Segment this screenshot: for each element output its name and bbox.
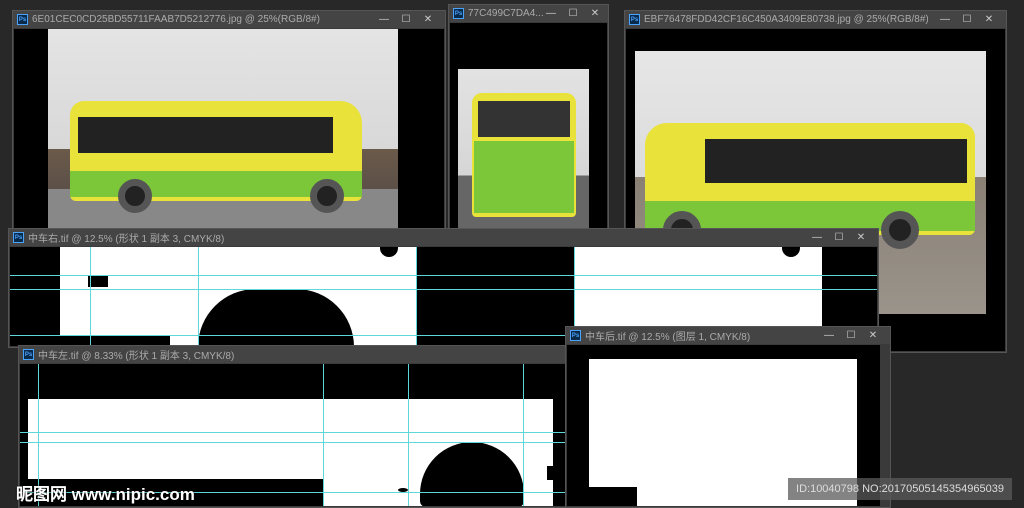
window-title: 中车右.tif @ 12.5% (形状 1 副本 3, CMYK/8) xyxy=(28,234,225,245)
photoshop-icon: Ps xyxy=(23,349,34,360)
close-button[interactable]: ✕ xyxy=(978,14,1000,25)
guide-line xyxy=(416,247,417,346)
bus-stripe xyxy=(474,141,574,213)
close-button[interactable]: ✕ xyxy=(862,330,884,341)
document-window-bus-side-1[interactable]: Ps 6E01CEC0CD25BD55711FAAB7D5212776.jpg @… xyxy=(12,10,446,236)
minimize-button[interactable]: — xyxy=(818,330,840,341)
photoshop-icon: Ps xyxy=(13,232,24,243)
guide-line xyxy=(90,247,91,346)
maximize-button[interactable]: ☐ xyxy=(828,232,850,243)
photo-bus-side xyxy=(48,29,398,229)
canvas[interactable] xyxy=(14,29,444,234)
minimize-button[interactable]: — xyxy=(806,232,828,243)
photoshop-icon: Ps xyxy=(570,330,581,341)
canvas[interactable] xyxy=(450,23,607,230)
guide-line xyxy=(20,432,566,433)
minimize-button[interactable]: — xyxy=(540,8,562,19)
minimize-button[interactable]: — xyxy=(373,14,395,25)
photoshop-icon: Ps xyxy=(629,14,640,25)
guide-line xyxy=(323,364,324,506)
document-window-bus-rear[interactable]: Ps 77C499C7DA4... — ☐ ✕ xyxy=(448,4,609,232)
guide-line xyxy=(198,247,199,346)
photoshop-icon: Ps xyxy=(17,14,28,25)
guide-line xyxy=(408,364,409,506)
guide-line xyxy=(523,364,524,506)
black-shape xyxy=(589,487,637,506)
maximize-button[interactable]: ☐ xyxy=(956,14,978,25)
close-button[interactable]: ✕ xyxy=(584,8,606,19)
window-title: 中车后.tif @ 12.5% (图层 1, CMYK/8) xyxy=(585,332,751,343)
window-title: 中车左.tif @ 8.33% (形状 1 副本 3, CMYK/8) xyxy=(38,351,235,362)
close-button[interactable]: ✕ xyxy=(850,232,872,243)
window-title: 6E01CEC0CD25BD55711FAAB7D5212776.jpg @ 2… xyxy=(32,14,320,25)
photo-bus-rear xyxy=(458,69,589,230)
black-shape xyxy=(547,466,566,480)
bus-wheel xyxy=(881,211,919,249)
photoshop-icon: Ps xyxy=(453,8,464,19)
maximize-button[interactable]: ☐ xyxy=(395,14,417,25)
guide-line xyxy=(20,442,566,443)
bus-windows xyxy=(78,117,333,153)
bus-wheel xyxy=(118,179,152,213)
maximize-button[interactable]: ☐ xyxy=(562,8,584,19)
title-bar[interactable]: Ps 中车左.tif @ 8.33% (形状 1 副本 3, CMYK/8) xyxy=(19,346,567,363)
watermark-logo: 昵图网 www.nipic.com xyxy=(16,485,195,504)
window-title: 77C499C7DA4... xyxy=(468,8,544,19)
bus-windows xyxy=(705,139,967,183)
watermark-id: ID:10040798 NO:20170505145354965039 xyxy=(788,478,1012,500)
bus-wheel xyxy=(310,179,344,213)
bus-rear-window xyxy=(478,101,570,137)
guide-line xyxy=(10,275,877,276)
maximize-button[interactable]: ☐ xyxy=(840,330,862,341)
close-button[interactable]: ✕ xyxy=(417,14,439,25)
black-shape xyxy=(88,275,108,287)
guide-line xyxy=(10,289,877,290)
minimize-button[interactable]: — xyxy=(934,14,956,25)
title-bar[interactable]: Ps 中车右.tif @ 12.5% (形状 1 副本 3, CMYK/8) xyxy=(9,229,878,246)
window-title: EBF76478FDD42CF16C450A3409E80738.jpg @ 2… xyxy=(644,14,929,25)
